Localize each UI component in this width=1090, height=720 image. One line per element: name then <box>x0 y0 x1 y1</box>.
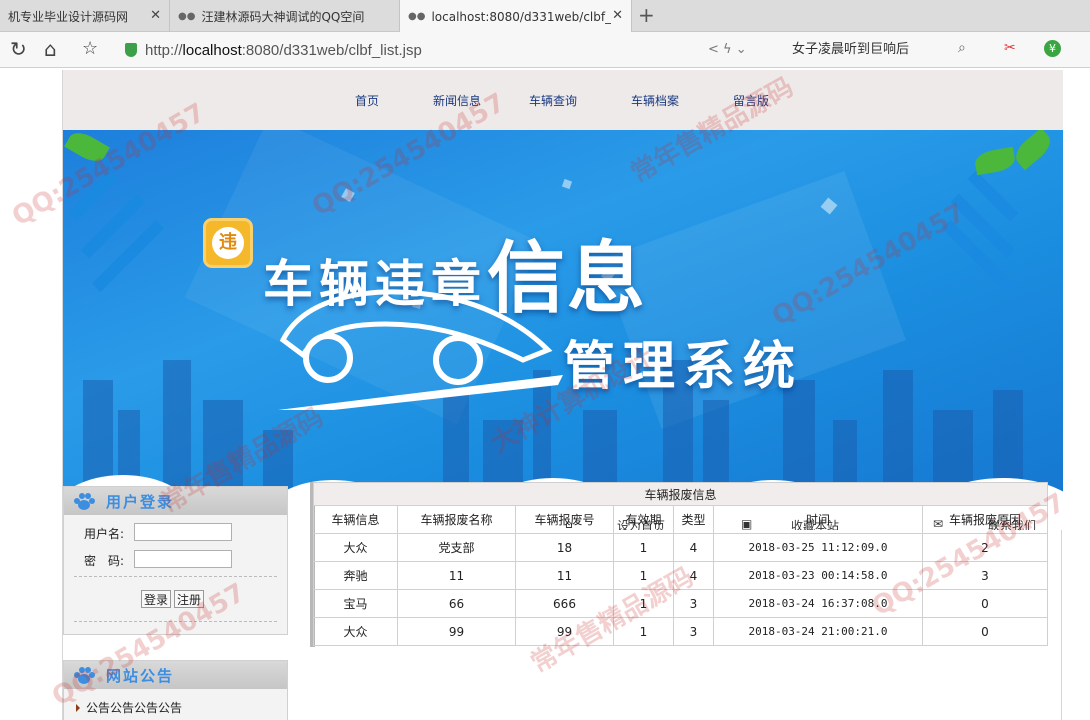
table-row: 大众 党支部 18 1 4 2018-03-25 11:12:09.0 2 <box>313 533 1048 562</box>
home-icon[interactable]: ⌂ <box>44 38 57 60</box>
search-icon[interactable]: ⌕ <box>958 40 966 56</box>
table-cell: 2 <box>922 533 1048 562</box>
login-panel: 用户登录 用户名: 密 码: 登录 注册 <box>63 486 288 635</box>
table-header: 时间 <box>713 505 923 534</box>
table-header-row: 车辆信息 车辆报废名称 车辆报废号 有效期 类型 时间 车辆报废原因 <box>313 505 1048 534</box>
table-header: 车辆报废原因 <box>922 505 1048 534</box>
register-button[interactable]: 注册 <box>174 590 205 608</box>
browser-tab-bar: 机专业毕业设计源码网 ✕ ●● 汪建林源码大神调试的QQ空间 ●● localh… <box>0 0 1090 33</box>
table-cell: 1 <box>613 589 674 618</box>
table-cell: 0 <box>922 617 1048 646</box>
table-cell: 666 <box>515 589 614 618</box>
paw-icon <box>74 493 95 510</box>
table-cell: 3 <box>673 617 714 646</box>
table-cell: 11 <box>397 561 516 590</box>
scissors-icon[interactable]: ✂ <box>1004 40 1016 56</box>
table-cell: 2018-03-25 11:12:09.0 <box>713 533 923 562</box>
table-cell: 99 <box>397 617 516 646</box>
browser-address-bar: ↻ ⌂ ☆ http://localhost:8080/d331web/clbf… <box>0 32 1090 68</box>
table-cell: 1 <box>613 561 674 590</box>
paw-icon: ●● <box>408 11 426 22</box>
login-panel-header: 用户登录 <box>64 487 287 515</box>
url-text: http://localhost:8080/d331web/clbf_list.… <box>145 41 422 59</box>
login-title: 用户登录 <box>106 493 175 511</box>
table-caption: 车辆报废信息 <box>313 482 1048 506</box>
search-input[interactable]: 女子凌晨听到巨响后 <box>788 39 978 61</box>
nav-vehicle-query[interactable]: 车辆查询 <box>529 92 577 109</box>
browser-tab-2[interactable]: ●● 汪建林源码大神调试的QQ空间 <box>170 0 400 32</box>
username-label: 用户名: <box>84 527 125 541</box>
scrap-info-table: 车辆报废信息 车辆信息 车辆报废名称 车辆报废号 有效期 类型 时间 车辆报废原… <box>313 482 1048 646</box>
close-icon[interactable]: ✕ <box>150 8 161 23</box>
table-cell: 2018-03-24 16:37:08.0 <box>713 589 923 618</box>
car-icon <box>278 289 563 410</box>
password-label: 密 码: <box>84 554 125 568</box>
browser-tab-3[interactable]: ●● localhost:8080/d331web/clbf_ ✕ <box>400 0 632 33</box>
table-cell: 0 <box>922 589 1048 618</box>
browser-tab-1[interactable]: 机专业毕业设计源码网 ✕ <box>0 0 170 32</box>
nav-vehicle-archive[interactable]: 车辆档案 <box>631 92 679 109</box>
table-header: 有效期 <box>613 505 674 534</box>
banner-subtitle: 管理系统 <box>563 337 804 397</box>
table-cell: 奔驰 <box>313 561 398 590</box>
table-header: 车辆报废名称 <box>397 505 516 534</box>
nav-home[interactable]: 首页 <box>355 92 379 109</box>
table-cell: 18 <box>515 533 614 562</box>
paw-icon <box>74 667 95 684</box>
table-cell: 4 <box>673 533 714 562</box>
table-cell: 大众 <box>313 533 398 562</box>
notice-panel-header: 网站公告 <box>64 661 287 689</box>
table-cell: 1 <box>613 533 674 562</box>
table-cell: 大众 <box>313 617 398 646</box>
tab-label: 汪建林源码大神调试的QQ空间 <box>201 9 365 24</box>
paw-icon: ●● <box>178 10 196 22</box>
password-input[interactable] <box>134 550 232 568</box>
main-nav: 首页 新闻信息 车辆查询 车辆档案 留言版 <box>63 70 1063 130</box>
yen-icon[interactable]: ¥ <box>1044 40 1061 57</box>
table-row: 宝马 66 666 1 3 2018-03-24 16:37:08.0 0 <box>313 589 1048 618</box>
table-cell: 3 <box>673 589 714 618</box>
table-header: 车辆信息 <box>313 505 398 534</box>
bullet-icon <box>76 704 80 712</box>
tab-label: 机专业毕业设计源码网 <box>8 9 129 24</box>
violation-logo-icon: 违 <box>203 218 253 268</box>
notice-panel: 网站公告 公告公告公告公告 <box>63 660 288 720</box>
url-input[interactable]: http://localhost:8080/d331web/clbf_list.… <box>125 37 785 63</box>
username-input[interactable] <box>134 523 232 541</box>
table-cell: 2018-03-24 21:00:21.0 <box>713 617 923 646</box>
notice-title: 网站公告 <box>106 667 175 685</box>
login-button[interactable]: 登录 <box>141 590 172 608</box>
table-cell: 11 <box>515 561 614 590</box>
page-container: 首页 新闻信息 车辆查询 车辆档案 留言版 违 车辆违章信息 管理系统 ⌂ 设为… <box>62 70 1063 720</box>
nav-news[interactable]: 新闻信息 <box>433 92 481 109</box>
username-row: 用户名: <box>84 523 232 542</box>
table-row: 奔驰 11 11 1 4 2018-03-23 00:14:58.0 3 <box>313 561 1048 590</box>
tab-label: localhost:8080/d331web/clbf_ <box>431 9 612 24</box>
table-cell: 宝马 <box>313 589 398 618</box>
table-cell: 4 <box>673 561 714 590</box>
new-tab-icon[interactable]: + <box>638 4 655 26</box>
header-banner: 违 车辆违章信息 管理系统 ⌂ 设为首页 ▣ 收藏本站 ✉ 联系我们 <box>63 130 1063 530</box>
nav-guestbook[interactable]: 留言版 <box>733 92 769 109</box>
share-icon[interactable]: < ϟ ⌄ <box>708 42 747 57</box>
shield-icon <box>125 43 137 57</box>
table-cell: 2018-03-23 00:14:58.0 <box>713 561 923 590</box>
table-header: 类型 <box>673 505 714 534</box>
table-cell: 1 <box>613 617 674 646</box>
login-form: 用户名: 密 码: 登录 注册 <box>64 515 287 636</box>
table-cell: 66 <box>397 589 516 618</box>
close-icon[interactable]: ✕ <box>612 8 623 23</box>
table-cell: 3 <box>922 561 1048 590</box>
table-cell: 99 <box>515 617 614 646</box>
password-row: 密 码: <box>84 550 232 569</box>
table-cell: 党支部 <box>397 533 516 562</box>
reload-icon[interactable]: ↻ <box>10 38 27 60</box>
star-icon[interactable]: ☆ <box>82 38 98 60</box>
notice-item[interactable]: 公告公告公告公告 <box>76 699 182 716</box>
table-header: 车辆报废号 <box>515 505 614 534</box>
table-row: 大众 99 99 1 3 2018-03-24 21:00:21.0 0 <box>313 617 1048 646</box>
